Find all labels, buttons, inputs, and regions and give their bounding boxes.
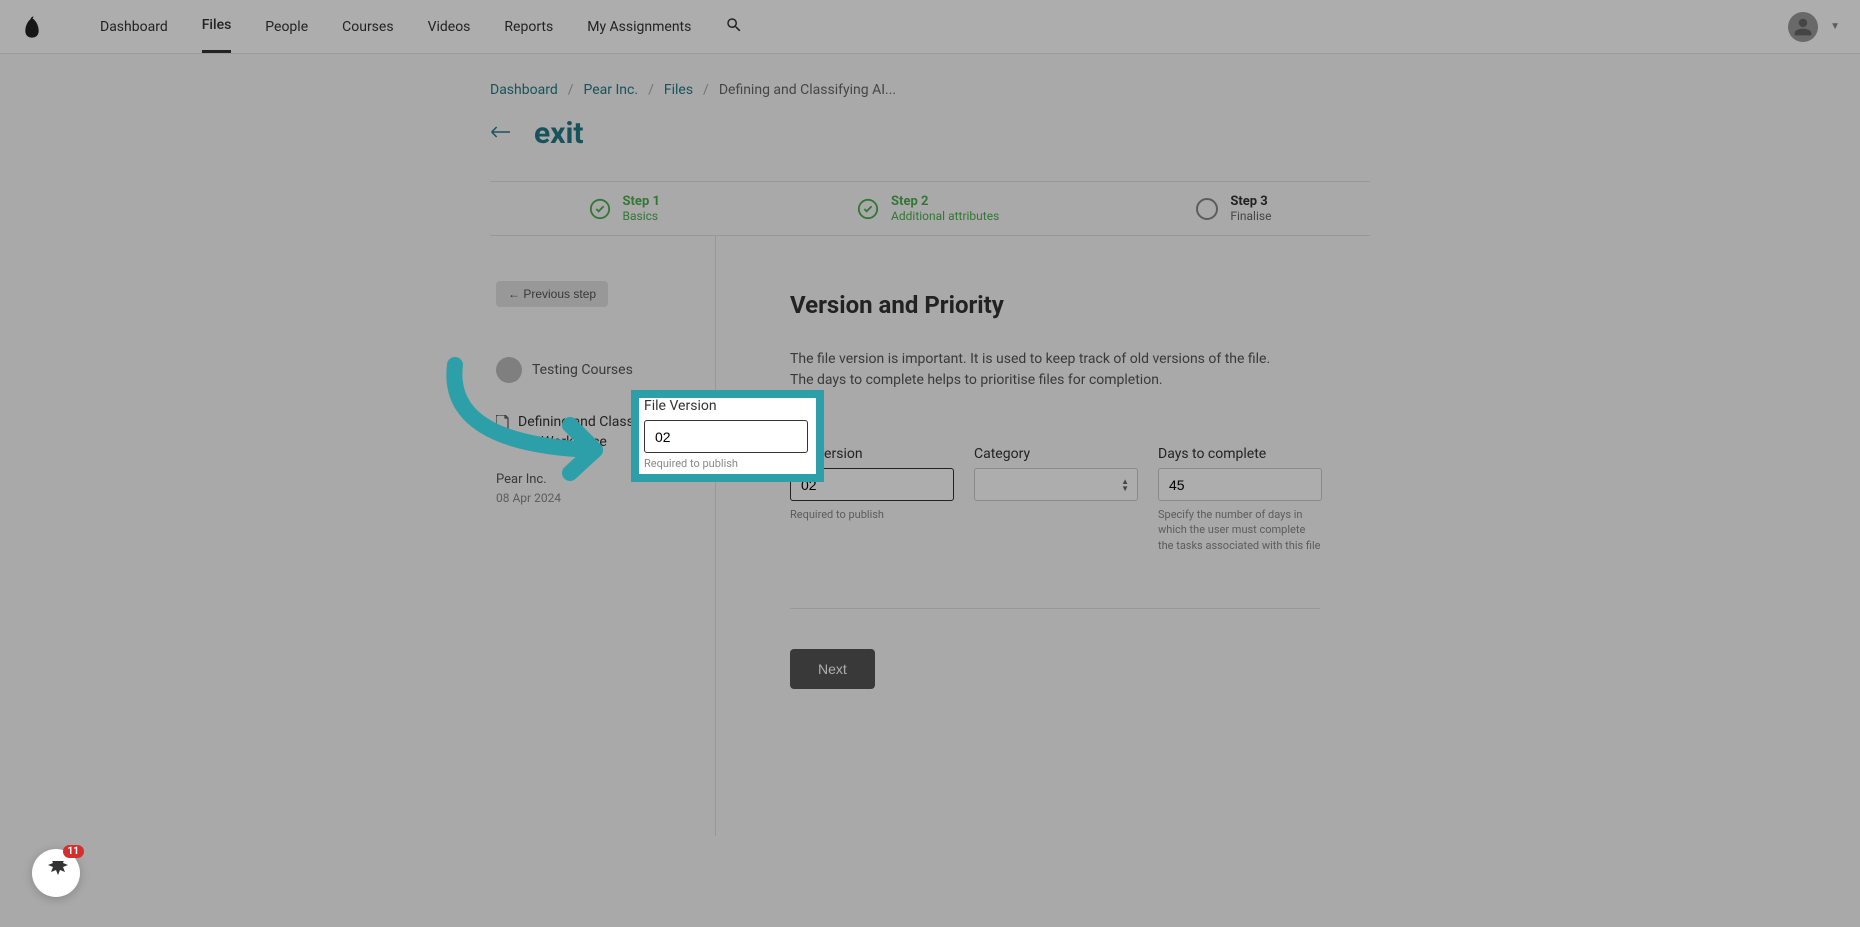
step-2-sub: Additional attributes (891, 209, 999, 223)
breadcrumb: Dashboard / Pear Inc. / Files / Defining… (490, 82, 1370, 98)
user-row: Testing Courses (496, 357, 705, 383)
top-nav: Dashboard Files People Courses Videos Re… (0, 0, 1860, 54)
step-1[interactable]: Step 1 Basics (589, 194, 660, 223)
org-name: Pear Inc. (496, 472, 705, 487)
chat-badge: 11 (63, 845, 84, 858)
avatar[interactable] (1788, 12, 1818, 42)
step-3-sub: Finalise (1230, 209, 1271, 223)
nav-right: ▼ (1788, 12, 1840, 42)
step-1-label: Step 1 (623, 194, 660, 209)
version-label-cutout: File Version (644, 398, 811, 414)
nav-dashboard[interactable]: Dashboard (100, 2, 168, 52)
nav-reports[interactable]: Reports (504, 2, 553, 52)
logo-icon (24, 15, 40, 39)
days-label: Days to complete (1158, 446, 1322, 462)
section-title: Version and Priority (790, 291, 1370, 319)
user-avatar-icon (496, 357, 522, 383)
select-arrows-icon: ▲▼ (1121, 478, 1129, 492)
back-arrow-icon[interactable] (490, 124, 510, 143)
left-column: ← Previous step Testing Courses Defining… (490, 236, 716, 836)
step-2[interactable]: Step 2 Additional attributes (857, 194, 999, 223)
chevron-down-icon[interactable]: ▼ (1830, 21, 1840, 32)
annotation-cutout: File Version Required to publish (639, 398, 816, 474)
breadcrumb-sep: / (568, 82, 574, 98)
nav-courses[interactable]: Courses (342, 2, 393, 52)
fields-row: File Version Required to publish Categor… (790, 446, 1370, 553)
nav-files[interactable]: Files (202, 0, 232, 53)
step-2-label: Step 2 (891, 194, 999, 209)
category-select[interactable]: ▲▼ (974, 468, 1138, 501)
breadcrumb-files[interactable]: Files (664, 82, 693, 98)
main-columns: ← Previous step Testing Courses Defining… (490, 236, 1370, 836)
version-input-cutout[interactable] (644, 420, 808, 453)
circle-icon (1196, 198, 1218, 220)
nav-my-assignments[interactable]: My Assignments (587, 2, 691, 52)
field-category: Category ▲▼ (974, 446, 1138, 553)
breadcrumb-dashboard[interactable]: Dashboard (490, 82, 558, 98)
right-column: Version and Priority The file version is… (716, 236, 1370, 836)
breadcrumb-org[interactable]: Pear Inc. (584, 82, 639, 98)
next-button[interactable]: Next (790, 649, 875, 689)
steps-bar: Step 1 Basics Step 2 Additional attribut… (490, 181, 1370, 236)
nav-videos[interactable]: Videos (428, 2, 471, 52)
chat-widget[interactable]: 11 (32, 849, 80, 897)
exit-title[interactable]: exit (534, 116, 584, 151)
nav-people[interactable]: People (265, 2, 308, 52)
checkmark-icon (589, 198, 611, 220)
step-3[interactable]: Step 3 Finalise (1196, 194, 1271, 223)
breadcrumb-sep: / (648, 82, 654, 98)
step-1-sub: Basics (623, 209, 660, 223)
days-hint: Specify the number of days in which the … (1158, 507, 1322, 553)
days-input[interactable] (1158, 468, 1322, 501)
field-days: Days to complete Specify the number of d… (1158, 446, 1322, 553)
chat-icon (44, 861, 68, 885)
version-hint: Required to publish (790, 507, 954, 522)
file-date: 08 Apr 2024 (496, 491, 705, 505)
content: Dashboard / Pear Inc. / Files / Defining… (490, 54, 1370, 836)
user-name: Testing Courses (532, 362, 633, 378)
divider (790, 608, 1320, 609)
breadcrumb-sep: / (703, 82, 709, 98)
section-description: The file version is important. It is use… (790, 349, 1280, 391)
version-hint-cutout: Required to publish (644, 457, 811, 470)
step-3-label: Step 3 (1230, 194, 1271, 209)
checkmark-icon (857, 198, 879, 220)
previous-step-button[interactable]: ← Previous step (496, 281, 608, 307)
search-icon[interactable] (725, 16, 743, 38)
category-label: Category (974, 446, 1138, 462)
file-icon (496, 415, 510, 435)
breadcrumb-current: Defining and Classifying AI... (719, 82, 896, 98)
exit-row: exit (490, 116, 1370, 151)
nav-items: Dashboard Files People Courses Videos Re… (100, 0, 743, 53)
